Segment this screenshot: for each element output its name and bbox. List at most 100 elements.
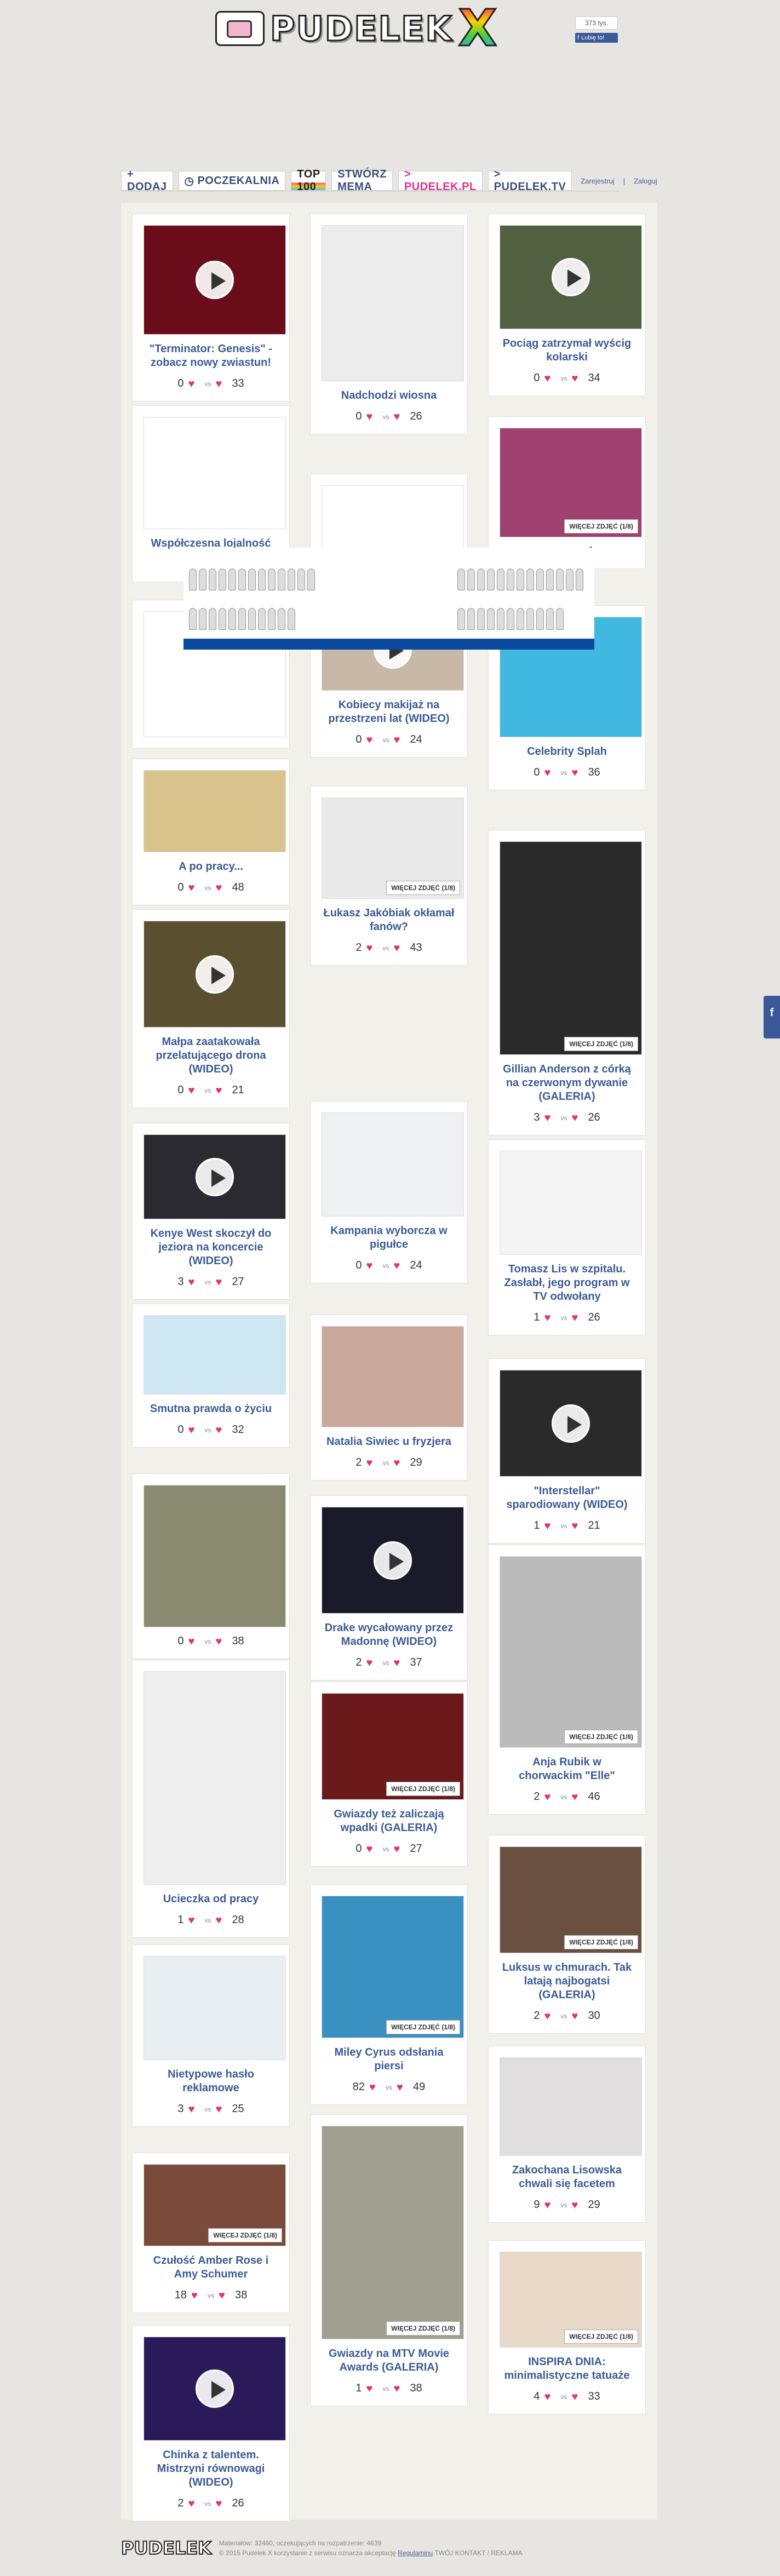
post-thumbnail[interactable] bbox=[144, 770, 286, 852]
heart-up-icon[interactable]: ♥ bbox=[366, 411, 378, 422]
play-icon[interactable] bbox=[552, 1404, 590, 1443]
heart-up-icon[interactable]: ♥ bbox=[366, 1657, 378, 1668]
post-card[interactable]: WIĘCEJ ZDJĘĆ (1/8) Gwiazdy też zaliczają … bbox=[310, 1682, 468, 1867]
heart-down-icon[interactable]: ♥ bbox=[571, 767, 583, 778]
more-photos-badge[interactable]: WIĘCEJ ZDJĘĆ (1/8) bbox=[386, 2020, 460, 2034]
heart-down-icon[interactable]: ♥ bbox=[397, 2082, 409, 2093]
post-card[interactable]: Smutna prawda o życiu 0 ♥ vs ♥ 32 bbox=[132, 1304, 290, 1448]
heart-up-icon[interactable]: ♥ bbox=[366, 1844, 378, 1855]
heart-up-icon[interactable]: ♥ bbox=[544, 2391, 556, 2402]
heart-down-icon[interactable]: ♥ bbox=[571, 2200, 583, 2211]
heart-down-icon[interactable]: ♥ bbox=[215, 882, 227, 893]
post-card[interactable]: Natalia Siwiec u fryzjera 2 ♥ vs ♥ 29 bbox=[310, 1315, 468, 1481]
post-card[interactable]: "Terminator: Genesis" - zobacz nowy zwia… bbox=[132, 214, 290, 401]
post-card[interactable]: Kenye West skoczył do jeziora na koncerc… bbox=[132, 1123, 290, 1300]
heart-down-icon[interactable]: ♥ bbox=[393, 411, 405, 422]
post-thumbnail[interactable] bbox=[322, 225, 464, 381]
post-title[interactable]: Smutna prawda o życiu bbox=[144, 1402, 278, 1416]
post-card[interactable]: WIĘCEJ ZDJĘĆ (1/8) INSPIRA DNIA: minimali… bbox=[488, 2240, 646, 2414]
post-title[interactable]: Chinka z talentem. Mistrzyni równowagi (… bbox=[144, 2448, 278, 2489]
heart-down-icon[interactable]: ♥ bbox=[215, 1915, 227, 1926]
post-card[interactable]: Pociąg zatrzymał wyścig kolarski 0 ♥ vs ♥ 34 bbox=[488, 214, 646, 396]
post-card[interactable]: WIĘCEJ ZDJĘĆ (1/8) Łukasz Jakóbiak okłama… bbox=[310, 786, 468, 966]
video-thumbnail[interactable] bbox=[322, 1507, 464, 1614]
heart-up-icon[interactable]: ♥ bbox=[188, 1915, 200, 1926]
heart-down-icon[interactable]: ♥ bbox=[571, 2391, 583, 2402]
heart-up-icon[interactable]: ♥ bbox=[188, 2498, 200, 2509]
footer-links[interactable]: TWÓJ KONTAKT / REKLAMA bbox=[434, 2549, 522, 2557]
post-title[interactable]: Kenye West skoczył do jeziora na koncerc… bbox=[144, 1227, 278, 1268]
post-card[interactable]: Tomasz Lis w szpitalu. Zasłabł, jego pro… bbox=[488, 1139, 646, 1335]
login-link[interactable]: Zaloguj bbox=[634, 177, 657, 185]
post-card[interactable]: Zakochana Lisowska chwali się facetem 9 ♥ v… bbox=[488, 2046, 646, 2223]
heart-up-icon[interactable]: ♥ bbox=[366, 943, 378, 954]
heart-up-icon[interactable]: ♥ bbox=[188, 1425, 200, 1436]
post-title[interactable]: Kobiecy makijaż na przestrzeni lat (WIDE… bbox=[322, 698, 456, 726]
register-link[interactable]: Zarejestruj bbox=[581, 177, 614, 185]
play-icon[interactable] bbox=[552, 258, 590, 296]
heart-down-icon[interactable]: ♥ bbox=[571, 1312, 583, 1323]
heart-down-icon[interactable]: ♥ bbox=[215, 1085, 227, 1096]
play-icon[interactable] bbox=[374, 1541, 412, 1580]
play-icon[interactable] bbox=[196, 2370, 234, 2408]
tab-pudelek-pl[interactable]: > PUDELEK.PL bbox=[398, 168, 483, 193]
tab-pudelek-tv[interactable]: > PUDELEK.TV bbox=[487, 168, 572, 193]
video-thumbnail[interactable] bbox=[144, 1134, 286, 1219]
heart-up-icon[interactable]: ♥ bbox=[188, 2104, 200, 2115]
heart-down-icon[interactable]: ♥ bbox=[393, 2383, 405, 2394]
heart-down-icon[interactable]: ♥ bbox=[571, 2011, 583, 2022]
heart-up-icon[interactable]: ♥ bbox=[191, 2290, 203, 2301]
heart-down-icon[interactable]: ♥ bbox=[215, 378, 227, 389]
post-title[interactable]: Natalia Siwiec u fryzjera bbox=[322, 1435, 456, 1449]
more-photos-badge[interactable]: WIĘCEJ ZDJĘĆ (1/8) bbox=[208, 2228, 282, 2242]
post-card[interactable]: Drake wycałowany przez Madonnę (WIDEO) 2 ♥… bbox=[310, 1495, 468, 1680]
post-title[interactable]: A po pracy... bbox=[144, 860, 278, 874]
post-card[interactable]: WIĘCEJ ZDJĘĆ (1/8)♥vs♥1 bbox=[488, 416, 646, 569]
more-photos-badge[interactable]: WIĘCEJ ZDJĘĆ (1/8) bbox=[386, 881, 460, 895]
video-thumbnail[interactable] bbox=[144, 921, 286, 1028]
post-card[interactable]: A po pracy... 0 ♥ vs ♥ 48 bbox=[132, 759, 290, 905]
heart-down-icon[interactable]: ♥ bbox=[393, 943, 405, 954]
post-title[interactable]: Nadchodzi wiosna bbox=[322, 389, 456, 403]
more-photos-badge[interactable]: WIĘCEJ ZDJĘĆ (1/8) bbox=[564, 519, 638, 533]
post-title[interactable]: Kampania wyborcza w pigułce bbox=[322, 1224, 456, 1252]
post-card[interactable]: WIĘCEJ ZDJĘĆ (1/8) Gillian Anderson z cór… bbox=[488, 830, 646, 1135]
post-card[interactable]: "Interstellar" sparodiowany (WIDEO) 1 ♥ vs ♥… bbox=[488, 1358, 646, 1544]
post-thumbnail[interactable] bbox=[144, 1956, 286, 2060]
heart-up-icon[interactable]: ♥ bbox=[188, 1085, 200, 1096]
heart-up-icon[interactable]: ♥ bbox=[188, 1636, 200, 1647]
heart-down-icon[interactable]: ♥ bbox=[215, 2104, 227, 2115]
tab-stworz-mema[interactable]: STWÓRZ MEMA bbox=[331, 168, 393, 193]
post-thumbnail[interactable] bbox=[500, 2057, 642, 2156]
heart-up-icon[interactable]: ♥ bbox=[188, 882, 200, 893]
heart-up-icon[interactable]: ♥ bbox=[544, 1312, 556, 1323]
post-title[interactable]: Łukasz Jakóbiak okłamał fanów? bbox=[322, 907, 456, 934]
heart-down-icon[interactable]: ♥ bbox=[215, 1277, 227, 1288]
post-thumbnail[interactable] bbox=[500, 1151, 642, 1255]
heart-up-icon[interactable]: ♥ bbox=[188, 378, 200, 389]
heart-down-icon[interactable]: ♥ bbox=[571, 1112, 583, 1123]
post-title[interactable]: Nietypowe hasło reklamowe bbox=[144, 2068, 278, 2095]
post-card[interactable]: Ucieczka od pracy 1 ♥ vs ♥ 28 bbox=[132, 1660, 290, 1938]
tab-dodaj[interactable]: + DODAJ bbox=[121, 168, 173, 193]
heart-up-icon[interactable]: ♥ bbox=[544, 1792, 556, 1803]
facebook-like-button[interactable]: f Lubię to! bbox=[575, 33, 618, 43]
heart-up-icon[interactable]: ♥ bbox=[544, 1112, 556, 1123]
heart-down-icon[interactable]: ♥ bbox=[215, 2498, 227, 2509]
post-card[interactable]: WIĘCEJ ZDJĘĆ (1/8) Miley Cyrus odsłania p… bbox=[310, 1884, 468, 2105]
play-icon[interactable] bbox=[196, 955, 234, 994]
post-card[interactable]: WIĘCEJ ZDJĘĆ (1/8) Anja Rubik w chorwacki… bbox=[488, 1545, 646, 1815]
post-title[interactable]: Czułość Amber Rose i Amy Schumer bbox=[144, 2254, 278, 2281]
heart-down-icon[interactable]: ♥ bbox=[393, 1657, 405, 1668]
heart-up-icon[interactable]: ♥ bbox=[188, 1277, 200, 1288]
heart-down-icon[interactable]: ♥ bbox=[393, 1458, 405, 1468]
heart-up-icon[interactable]: ♥ bbox=[544, 1521, 556, 1531]
post-title[interactable]: "Terminator: Genesis" - zobacz nowy zwia… bbox=[144, 342, 278, 370]
post-thumbnail[interactable] bbox=[322, 1112, 464, 1217]
post-card[interactable]: 0 ♥ vs ♥ 38 bbox=[132, 1473, 290, 1659]
post-card[interactable]: Kampania wyborcza w pigułce 0 ♥ vs ♥ 24 bbox=[310, 1101, 468, 1283]
post-thumbnail[interactable]: WIĘCEJ ZDJĘĆ (1/8) bbox=[500, 841, 642, 1055]
more-photos-badge[interactable]: WIĘCEJ ZDJĘĆ (1/8) bbox=[386, 1782, 460, 1796]
post-card[interactable]: WIĘCEJ ZDJĘĆ (1/8) Czułość Amber Rose i A… bbox=[132, 2153, 290, 2313]
more-photos-badge[interactable]: WIĘCEJ ZDJĘĆ (1/8) bbox=[564, 1037, 638, 1051]
